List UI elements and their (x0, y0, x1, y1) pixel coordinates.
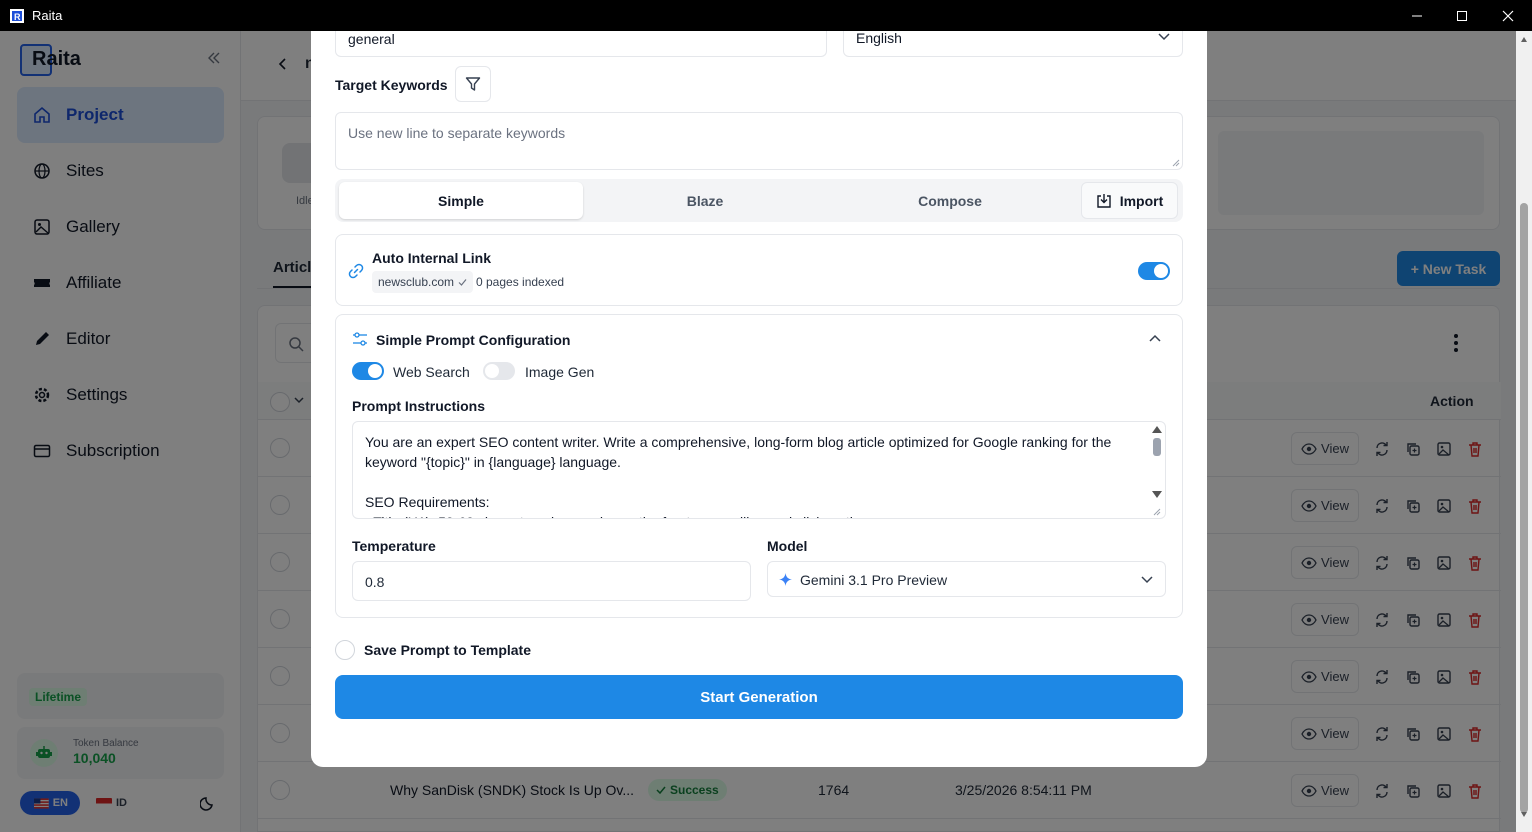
close-window-button[interactable] (1485, 0, 1531, 31)
domain-badge: newsclub.com (372, 271, 474, 293)
web-search-toggle[interactable] (352, 362, 384, 380)
scroll-down-icon[interactable] (1521, 812, 1527, 817)
minimize-icon (1412, 15, 1422, 16)
chevron-up-icon[interactable] (1149, 334, 1161, 342)
resize-handle-icon[interactable] (1172, 159, 1180, 167)
category-input[interactable]: general (335, 31, 827, 57)
auto-link-toggle[interactable] (1138, 262, 1170, 280)
maximize-icon (1457, 10, 1467, 21)
check-icon (458, 278, 467, 286)
close-icon (1502, 10, 1514, 21)
svg-text:R: R (14, 12, 21, 22)
chevron-down-icon (1141, 576, 1153, 584)
temperature-value: 0.8 (365, 574, 385, 590)
category-value: general (348, 31, 395, 47)
filter-keywords-button[interactable] (455, 66, 491, 102)
target-keywords-label: Target Keywords (335, 77, 448, 93)
page-scrollbar[interactable] (1516, 31, 1532, 832)
scroll-down-icon[interactable] (1152, 491, 1162, 498)
save-template-label[interactable]: Save Prompt to Template (364, 642, 531, 658)
window-title: Raita (32, 8, 63, 23)
auto-link-title: Auto Internal Link (372, 250, 491, 266)
web-search-label: Web Search (393, 364, 470, 380)
auto-internal-link-card: Auto Internal Link newsclub.com 0 pages … (335, 234, 1183, 306)
pages-indexed: 0 pages indexed (476, 275, 565, 289)
language-value: English (856, 31, 902, 46)
keywords-placeholder: Use new line to separate keywords (348, 125, 566, 141)
prompt-scrollbar[interactable] (1149, 422, 1165, 518)
maximize-button[interactable] (1439, 0, 1485, 31)
chevron-down-icon (1158, 33, 1170, 41)
prompt-instructions-textarea[interactable]: You are an expert SEO content writer. Wr… (352, 421, 1166, 519)
image-gen-label: Image Gen (525, 364, 595, 380)
mode-compose-tab[interactable]: Compose (828, 182, 1072, 219)
language-select[interactable]: English (843, 31, 1183, 57)
import-label: Import (1119, 192, 1164, 209)
import-button[interactable]: Import (1081, 182, 1178, 219)
prompt-scroll-thumb[interactable] (1153, 438, 1161, 456)
sliders-icon (353, 332, 367, 346)
mode-blaze-tab[interactable]: Blaze (583, 182, 827, 219)
domain-name: newsclub.com (378, 275, 455, 289)
app-logo-icon: R (10, 8, 24, 23)
gemini-sparkle-icon (779, 573, 792, 586)
mode-selector: Simple Blaze Compose Import (335, 179, 1183, 222)
filter-icon (465, 77, 481, 91)
model-value: Gemini 3.1 Pro Preview (800, 572, 948, 588)
temperature-input[interactable]: 0.8 (352, 561, 751, 601)
model-label: Model (767, 538, 808, 554)
scrollbar-thumb[interactable] (1520, 203, 1528, 813)
image-gen-toggle[interactable] (483, 362, 515, 380)
start-generation-button[interactable]: Start Generation (335, 675, 1183, 719)
import-icon (1097, 193, 1111, 208)
prompt-config-title: Simple Prompt Configuration (376, 332, 571, 348)
minimize-button[interactable] (1394, 0, 1440, 31)
mode-simple-tab[interactable]: Simple (339, 182, 583, 219)
link-icon (348, 263, 364, 279)
scroll-up-icon[interactable] (1152, 426, 1162, 433)
prompt-instructions-label: Prompt Instructions (352, 398, 486, 414)
prompt-config-card: Simple Prompt Configuration Web Search I… (335, 314, 1183, 618)
save-template-checkbox[interactable] (335, 640, 355, 660)
model-select[interactable]: Gemini 3.1 Pro Preview (767, 561, 1166, 597)
window-titlebar: R Raita (0, 0, 1532, 31)
resize-handle-icon[interactable] (1153, 508, 1161, 516)
keywords-textarea[interactable]: Use new line to separate keywords (335, 112, 1183, 170)
prompt-instructions-text: You are an expert SEO content writer. Wr… (365, 434, 1112, 518)
temperature-label: Temperature (352, 538, 436, 554)
scroll-up-icon[interactable] (1521, 37, 1527, 42)
new-task-modal: general English Target Keywords Use new … (311, 31, 1207, 767)
